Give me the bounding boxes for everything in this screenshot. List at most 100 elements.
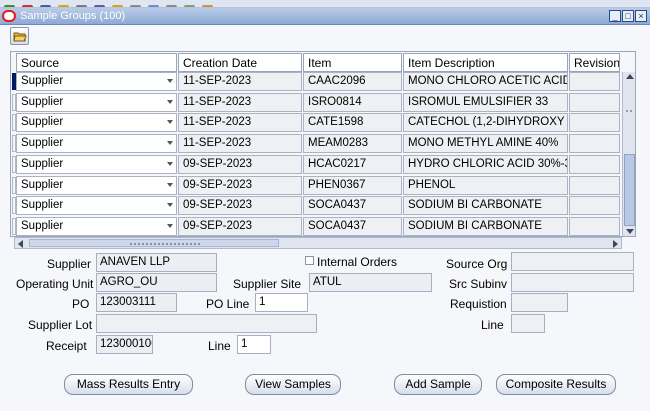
- operating-unit-label: Operating Unit: [16, 277, 94, 291]
- po-label: PO: [72, 297, 90, 311]
- close-button[interactable]: ×: [635, 10, 647, 22]
- creation-date-cell[interactable]: 09-SEP-2023: [178, 216, 302, 236]
- item-description-cell[interactable]: MONO CHLORO ACETIC ACID: [403, 72, 568, 91]
- supplier-lot-label: Supplier Lot: [28, 318, 93, 332]
- receipt-line-label: Line: [208, 339, 231, 353]
- supplier-site-field[interactable]: ATUL: [309, 273, 432, 292]
- column-header-item-description[interactable]: Item Description: [403, 53, 568, 72]
- receipt-field[interactable]: 123000106: [96, 335, 153, 354]
- dropdown-arrow-icon[interactable]: [167, 120, 173, 125]
- open-folder-icon: [13, 32, 27, 42]
- creation-date-cell[interactable]: 09-SEP-2023: [178, 175, 302, 195]
- operating-unit-field[interactable]: AGRO_OU: [96, 273, 217, 292]
- po-line-label: PO Line: [206, 297, 250, 311]
- creation-date-cell[interactable]: 11-SEP-2023: [178, 134, 302, 154]
- window-title-bar: Sample Groups (100) _ □ ×: [0, 8, 650, 25]
- source-org-field[interactable]: [511, 252, 634, 271]
- horizontal-scrollbar[interactable]: [14, 237, 622, 249]
- revision-cell[interactable]: [569, 154, 620, 174]
- mass-results-entry-button[interactable]: Mass Results Entry: [64, 374, 193, 395]
- revision-cell[interactable]: [569, 113, 620, 133]
- item-cell[interactable]: MEAM0283: [303, 134, 402, 154]
- item-cell[interactable]: HCAC0217: [303, 154, 402, 174]
- internal-orders-label: Internal Orders: [317, 255, 398, 269]
- scroll-down-icon[interactable]: [626, 229, 634, 234]
- scroll-right-icon[interactable]: [613, 240, 618, 248]
- column-header-revision[interactable]: Revision: [569, 53, 620, 72]
- toolbar-strip: [0, 0, 650, 8]
- item-description-cell[interactable]: CATECHOL (1,2-DIHYDROXY B: [403, 113, 568, 133]
- source-cell[interactable]: Supplier: [16, 72, 177, 91]
- source-cell[interactable]: Supplier: [16, 134, 177, 154]
- supplier-field[interactable]: ANAVEN LLP: [96, 253, 217, 272]
- dropdown-arrow-icon[interactable]: [167, 223, 173, 228]
- item-cell[interactable]: CAAC2096: [303, 72, 402, 91]
- source-cell[interactable]: Supplier: [16, 175, 177, 195]
- dropdown-arrow-icon[interactable]: [167, 141, 173, 146]
- creation-date-cell[interactable]: 11-SEP-2023: [178, 113, 302, 133]
- composite-results-button[interactable]: Composite Results: [496, 374, 616, 395]
- scroll-grip: [626, 110, 632, 124]
- item-cell[interactable]: SOCA0437: [303, 216, 402, 236]
- dropdown-arrow-icon[interactable]: [167, 182, 173, 187]
- add-sample-button[interactable]: Add Sample: [394, 374, 482, 395]
- horizontal-scroll-thumb[interactable]: [29, 239, 279, 247]
- revision-cell[interactable]: [569, 72, 620, 91]
- line-field[interactable]: [511, 314, 545, 333]
- supplier-site-label: Supplier Site: [233, 277, 302, 291]
- view-samples-button[interactable]: View Samples: [245, 374, 341, 395]
- item-cell[interactable]: ISRO0814: [303, 92, 402, 112]
- item-description-cell[interactable]: MONO METHYL AMINE 40%: [403, 134, 568, 154]
- source-cell[interactable]: Supplier: [16, 154, 177, 174]
- oracle-logo-icon: [2, 10, 16, 22]
- minimize-button[interactable]: _: [609, 10, 621, 22]
- dropdown-arrow-icon[interactable]: [167, 203, 173, 208]
- scroll-up-icon[interactable]: [626, 74, 634, 79]
- scroll-thumb[interactable]: [624, 154, 635, 226]
- scroll-left-icon[interactable]: [18, 240, 23, 248]
- column-header-item[interactable]: Item: [303, 53, 402, 72]
- item-description-cell[interactable]: SODIUM BI CARBONATE: [403, 216, 568, 236]
- item-description-cell[interactable]: HYDRO CHLORIC ACID 30%-33: [403, 154, 568, 174]
- line-label: Line: [481, 318, 504, 332]
- column-header-source[interactable]: Source: [16, 53, 177, 72]
- source-cell[interactable]: Supplier: [16, 216, 177, 236]
- item-description-cell[interactable]: PHENOL: [403, 175, 568, 195]
- item-cell[interactable]: SOCA0437: [303, 196, 402, 216]
- dropdown-arrow-icon[interactable]: [167, 79, 173, 83]
- source-org-label: Source Org: [446, 257, 508, 271]
- creation-date-cell[interactable]: 11-SEP-2023: [178, 92, 302, 112]
- source-cell[interactable]: Supplier: [16, 92, 177, 112]
- sample-groups-table: Source Creation Date Item Item Descripti…: [10, 51, 636, 237]
- dropdown-arrow-icon[interactable]: [167, 161, 173, 166]
- revision-cell[interactable]: [569, 196, 620, 216]
- internal-orders-checkbox[interactable]: [305, 256, 314, 265]
- source-cell[interactable]: Supplier: [16, 113, 177, 133]
- open-folder-button[interactable]: [10, 27, 29, 45]
- revision-cell[interactable]: [569, 92, 620, 112]
- src-subinv-label: Src Subinv: [449, 277, 508, 291]
- receipt-line-field[interactable]: 1: [237, 335, 271, 354]
- item-cell[interactable]: CATE1598: [303, 113, 402, 133]
- revision-cell[interactable]: [569, 175, 620, 195]
- supplier-lot-field[interactable]: [96, 314, 317, 333]
- revision-cell[interactable]: [569, 134, 620, 154]
- dropdown-arrow-icon[interactable]: [167, 99, 173, 104]
- po-field[interactable]: 123003111: [96, 293, 177, 312]
- column-header-creation-date[interactable]: Creation Date: [178, 53, 302, 72]
- po-line-field[interactable]: 1: [255, 293, 308, 312]
- item-description-cell[interactable]: SODIUM BI CARBONATE: [403, 196, 568, 216]
- creation-date-cell[interactable]: 09-SEP-2023: [178, 196, 302, 216]
- requisition-field[interactable]: [511, 293, 568, 312]
- item-cell[interactable]: PHEN0367: [303, 175, 402, 195]
- item-description-cell[interactable]: ISROMUL EMULSIFIER 33: [403, 92, 568, 112]
- window-title: Sample Groups (100): [20, 10, 126, 22]
- vertical-scrollbar[interactable]: [622, 72, 635, 236]
- creation-date-cell[interactable]: 09-SEP-2023: [178, 154, 302, 174]
- creation-date-cell[interactable]: 11-SEP-2023: [178, 72, 302, 91]
- revision-cell[interactable]: [569, 216, 620, 236]
- src-subinv-field[interactable]: [511, 273, 634, 292]
- maximize-button[interactable]: □: [622, 10, 634, 22]
- source-cell[interactable]: Supplier: [16, 196, 177, 216]
- requisition-label: Requistion: [450, 297, 507, 311]
